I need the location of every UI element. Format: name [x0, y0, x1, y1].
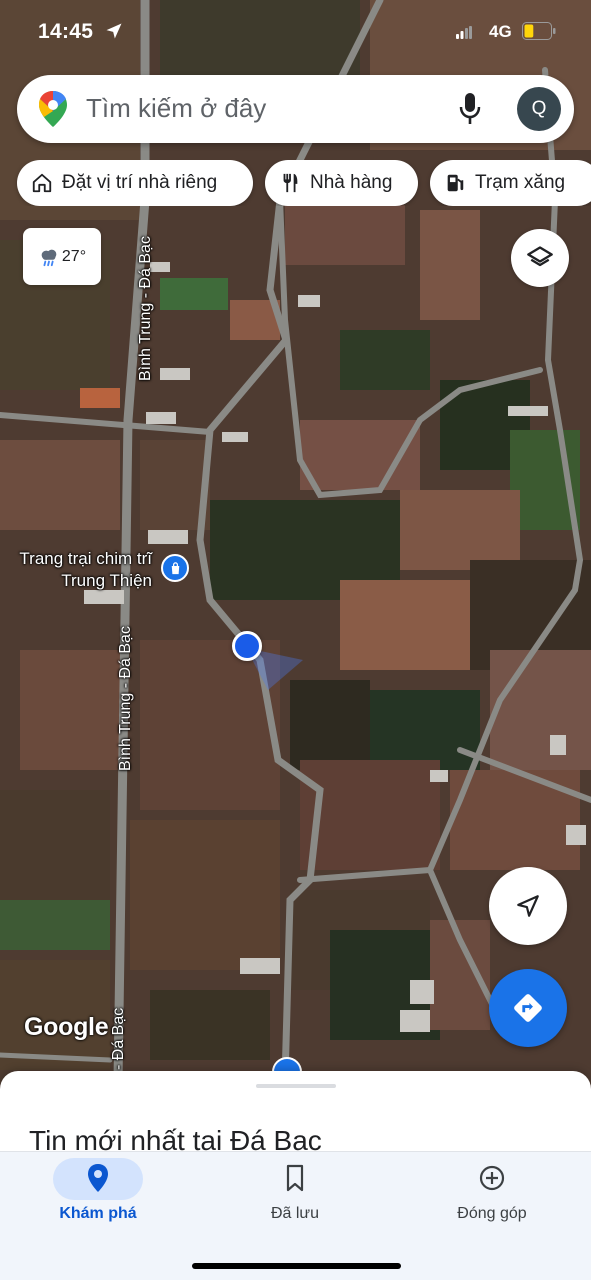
status-bar: 14:45 4G: [0, 0, 591, 64]
status-time: 14:45: [38, 20, 94, 43]
road-label: Bình Trung - Đá Bạc: [137, 236, 154, 381]
chip-restaurant[interactable]: Nhà hàng: [265, 160, 418, 206]
category-chips: Đặt vị trí nhà riêng Nhà hàng Trạm xăng: [0, 160, 591, 206]
nav-label: Khám phá: [59, 1205, 137, 1222]
rain-cloud-icon: [41, 249, 57, 266]
bottom-sheet[interactable]: Tin mới nhất tại Đá Bạc: [0, 1071, 591, 1151]
navigation-arrow-icon: [517, 895, 539, 917]
location-arrow-icon: [106, 23, 122, 39]
signal-icon: [456, 26, 472, 39]
poi-label[interactable]: Trang trại chim trĩ Trung Thiện: [18, 548, 152, 592]
chip-label: Trạm xăng: [475, 172, 566, 193]
chip-gas-station[interactable]: Trạm xăng: [430, 160, 591, 206]
bookmark-icon: [286, 1164, 304, 1192]
drag-handle[interactable]: [256, 1084, 336, 1088]
layers-button[interactable]: [511, 229, 569, 287]
nav-label: Đóng góp: [457, 1205, 527, 1222]
google-logo: Google: [24, 1013, 109, 1041]
battery-icon: [522, 22, 556, 40]
shopping-bag-icon: [171, 561, 179, 574]
sheet-title: Tin mới nhất tại Đá Bạc: [29, 1125, 322, 1151]
nav-label: Đã lưu: [270, 1205, 320, 1222]
nav-saved[interactable]: Đã lưu: [220, 1152, 370, 1242]
add-circle-icon: [479, 1165, 505, 1191]
search-input[interactable]: Tìm kiếm ở đây: [86, 93, 266, 124]
home-icon: [32, 173, 52, 193]
current-location-dot: [232, 631, 262, 661]
chip-set-home[interactable]: Đặt vị trí nhà riêng: [17, 160, 253, 206]
microphone-icon[interactable]: [459, 93, 481, 125]
network-type: 4G: [489, 22, 512, 41]
layers-icon: [527, 246, 553, 267]
chip-label: Đặt vị trí nhà riêng: [62, 172, 218, 193]
search-bar[interactable]: Tìm kiếm ở đây Q: [17, 75, 574, 143]
nav-contribute[interactable]: Đóng góp: [417, 1152, 567, 1242]
home-indicator: [192, 1263, 401, 1269]
directions-icon: [514, 994, 542, 1022]
gas-station-icon: [447, 174, 464, 192]
chip-label: Nhà hàng: [310, 172, 393, 193]
bottom-navigation: Khám phá Đã lưu Đóng góp: [0, 1151, 591, 1280]
road-label: Bình Trung - Đá Bạc: [117, 626, 134, 771]
account-avatar[interactable]: Q: [517, 87, 561, 131]
google-maps-pin-icon: [39, 91, 67, 127]
poi-marker[interactable]: [161, 554, 189, 582]
weather-temperature: 27°: [61, 247, 87, 265]
nav-explore[interactable]: Khám phá: [23, 1152, 173, 1242]
restaurant-icon: [283, 173, 298, 193]
my-location-button[interactable]: [489, 867, 567, 945]
directions-button[interactable]: [489, 969, 567, 1047]
road-label: - Đá Bạc: [110, 1007, 127, 1070]
weather-widget[interactable]: 27°: [23, 228, 101, 285]
explore-pin-icon: [88, 1164, 108, 1192]
